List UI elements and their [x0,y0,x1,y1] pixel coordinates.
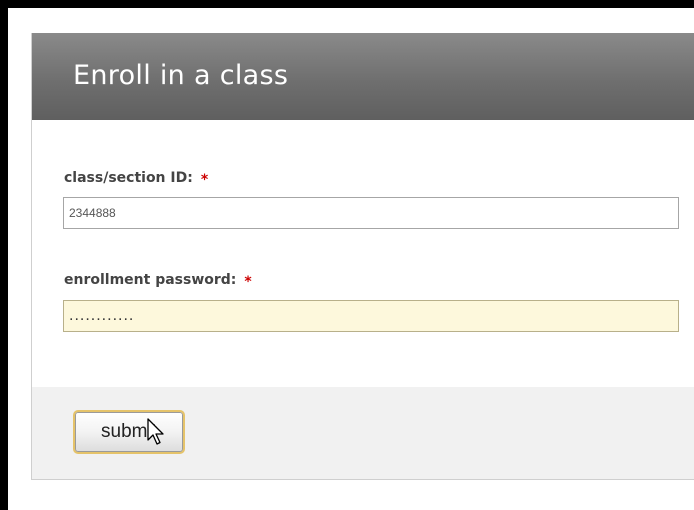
class-id-label: class/section ID: * [64,170,209,188]
required-marker: * [200,172,209,188]
enroll-panel: Enroll in a class class/section ID: * enr… [31,33,694,480]
enrollment-password-label: enrollment password: * [64,272,252,290]
panel-header: Enroll in a class [32,33,694,120]
page-title: Enroll in a class [73,60,289,91]
required-marker: * [244,274,252,290]
class-id-label-text: class/section ID: [64,170,193,186]
enrollment-password-label-text: enrollment password: [64,272,237,288]
class-id-input[interactable] [63,197,679,229]
form-footer: submit [32,387,694,479]
enrollment-password-input[interactable] [63,300,679,332]
submit-button[interactable]: submit [73,410,185,454]
